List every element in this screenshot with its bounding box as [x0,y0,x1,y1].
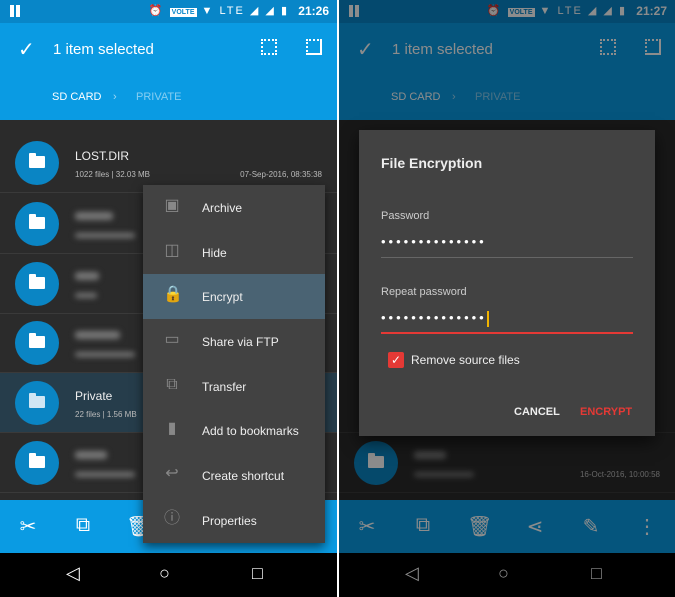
blurred-meta [75,352,135,357]
text-cursor [486,310,489,327]
remove-source-label[interactable]: Remove source files [411,353,520,367]
dialog-title: File Encryption [381,155,483,171]
chevron-right-icon: › [113,91,117,103]
left-screen: ⏰ VOLTE ▼ LTE ◢ ◢ ▮ 21:26 ✓ 1 item selec… [0,0,337,597]
password-field[interactable]: •••••••••••••• [381,234,633,258]
folder-icon [15,262,59,306]
blurred-name [75,451,107,459]
blurred-meta [75,472,135,477]
recents-icon[interactable]: □ [252,563,263,584]
repeat-password-field[interactable]: •••••••••••••• [381,310,633,334]
folder-icon [15,141,59,185]
select-inverse-icon[interactable] [306,39,322,55]
blurred-name [75,272,99,280]
transfer-icon: ⧉ [166,375,178,393]
menu-item-bookmark[interactable]: ▮ Add to bookmarks [143,408,325,453]
navigation-bar: ◁ ○ □ [0,553,337,597]
back-icon[interactable]: ◁ [66,563,80,584]
pause-icon [10,5,14,17]
menu-item-encrypt[interactable]: 🔒 Encrypt [143,274,325,320]
bookmark-icon: ▮ [167,420,177,438]
info-icon: ⓘ [163,509,180,527]
menu-item-shortcut[interactable]: ↩ Create shortcut [143,453,325,498]
blurred-name [75,331,120,339]
blurred-name [75,212,113,220]
selection-title: 1 item selected [53,41,154,58]
status-bar: ⏰ VOLTE ▼ LTE ◢ ◢ ▮ 21:26 [0,0,337,23]
copy-icon[interactable]: ⧉ [71,514,95,537]
archive-icon: ▣ [164,197,180,214]
status-icons: ⏰ VOLTE ▼ LTE ◢ ◢ ▮ [148,5,289,17]
menu-item-archive[interactable]: ▣ Archive [143,185,325,230]
folder-icon [15,381,59,425]
menu-item-transfer[interactable]: ⧉ Transfer [143,364,325,409]
lock-icon: 🔒 [163,286,183,304]
encryption-dialog: File Encryption Password •••••••••••••• … [359,130,655,436]
menu-item-hide[interactable]: ◫ Hide [143,230,325,275]
reply-icon: ↩ [165,465,179,483]
right-screen: ⏰ VOLTE ▼ LTE ◢ ◢ ▮ 21:27 ✓ 1 item selec… [339,0,675,597]
menu-item-share-ftp[interactable]: ▭ Share via FTP [143,319,325,364]
folder-icon [15,202,59,246]
folder-icon [15,441,59,485]
app-bar: ✓ 1 item selected SD CARD › PRIVATE [0,23,337,120]
check-icon[interactable]: ✓ [18,37,35,62]
devices-icon: ▭ [164,331,180,349]
blurred-meta [75,293,97,298]
menu-item-properties[interactable]: ⓘ Properties [143,498,325,543]
password-label: Password [381,210,430,222]
encrypt-button[interactable]: ENCRYPT [580,406,632,418]
breadcrumb-sd-card[interactable]: SD CARD [52,91,102,103]
blurred-meta [75,233,135,238]
select-all-icon[interactable] [261,39,277,55]
breadcrumb-private[interactable]: PRIVATE [136,91,181,103]
remove-source-checkbox[interactable]: ✓ [388,352,404,368]
repeat-password-label: Repeat password [381,286,467,298]
home-icon[interactable]: ○ [159,563,170,584]
folder-icon [15,321,59,365]
cancel-button[interactable]: CANCEL [514,406,560,418]
clock: 21:26 [298,4,329,18]
list-item[interactable]: LOST.DIR 1022 files | 32.03 MB 07-Sep-2016… [0,133,337,193]
context-menu: ▣ Archive ◫ Hide 🔒 Encrypt ▭ Share via FTP ⧉… [143,185,325,543]
hide-icon: ◫ [164,241,180,259]
cut-icon[interactable]: ✂ [16,514,40,539]
